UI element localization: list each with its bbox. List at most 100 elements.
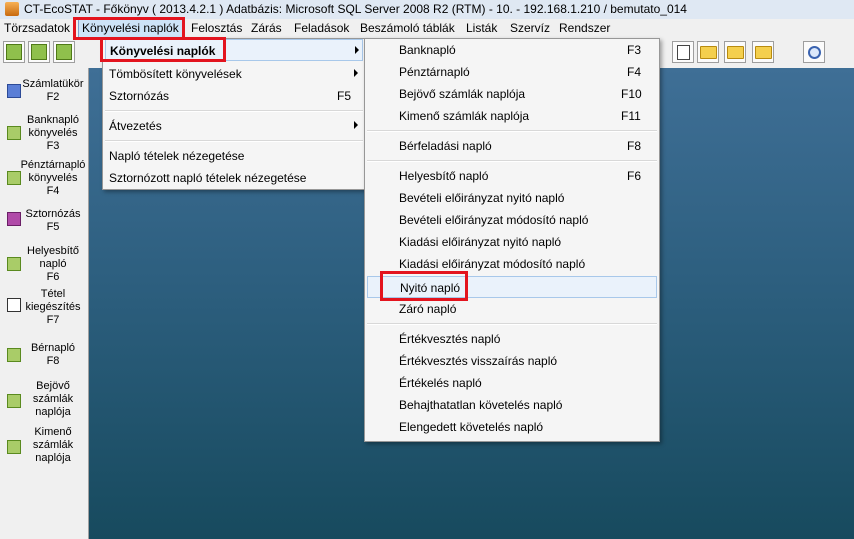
submenu-arrow-icon bbox=[354, 69, 358, 77]
menu-item-label: Értékelés napló bbox=[399, 376, 482, 390]
menu-felosztas[interactable]: Felosztás bbox=[191, 21, 242, 35]
menu-item-label: Kimenő számlák naplója bbox=[399, 109, 530, 123]
folder-icon bbox=[726, 45, 744, 59]
menu-beszamolo-tablak[interactable]: Beszámoló táblák bbox=[360, 21, 455, 35]
toolbar-button-folder2[interactable] bbox=[724, 41, 746, 63]
shortcut-label: F10 bbox=[621, 87, 642, 101]
shortcut-label: F11 bbox=[621, 109, 641, 123]
toolbar-button-open[interactable] bbox=[28, 41, 50, 63]
sidebar-item-penztarnaplo[interactable]: Pénztárnapló könyvelés F4 bbox=[0, 157, 88, 197]
add-icon bbox=[56, 44, 72, 60]
menu-item-konyvelesi-naplok[interactable]: Könyvelési naplók bbox=[105, 39, 363, 61]
submenu-konyvelesi-naplok: Banknapló F3 Pénztárnapló F4 Bejövő szám… bbox=[364, 38, 660, 442]
menu-item-atvezetes[interactable]: Átvezetés bbox=[105, 115, 363, 137]
toolbar-button-folder1[interactable] bbox=[697, 41, 719, 63]
menu-item-label: Sztornózott napló tételek nézegetése bbox=[109, 171, 307, 185]
menu-item-nyito-naplo[interactable]: Nyitó napló bbox=[367, 276, 657, 298]
sidebar-item-label: Tétel kiegészítés F7 bbox=[25, 288, 81, 326]
menu-item-zaro-naplo[interactable]: Záró napló bbox=[367, 298, 657, 320]
submenu-arrow-icon bbox=[355, 46, 359, 54]
sidebar-item-label: Sztornózás F5 bbox=[25, 208, 81, 233]
window-title: CT-EcoSTAT - Főkönyv ( 2013.4.2.1 ) Adat… bbox=[24, 2, 687, 16]
menu-item-label: Elengedett követelés napló bbox=[399, 420, 544, 434]
menu-zaras[interactable]: Zárás bbox=[251, 21, 282, 35]
menu-item-kiadasi-nyito[interactable]: Kiadási előirányzat nyitó napló bbox=[367, 231, 657, 253]
menu-konyvelesi-naplok[interactable]: Könyvelési naplók bbox=[78, 19, 183, 39]
menu-item-naplo-tetelek[interactable]: Napló tételek nézegetése bbox=[105, 145, 363, 167]
menu-szerviz[interactable]: Szervíz bbox=[510, 21, 550, 35]
menu-item-sztornozott-tetelek[interactable]: Sztornózott napló tételek nézegetése bbox=[105, 167, 363, 189]
menu-item-berfeladasi[interactable]: Bérfeladási napló F8 bbox=[367, 135, 657, 157]
sidebar-item-tetel-kiegeszites[interactable]: Tétel kiegészítés F7 bbox=[0, 286, 88, 326]
sidebar-item-szamlatukor[interactable]: Számlatükör F2 bbox=[0, 76, 88, 116]
menu-item-bevetelimodosito[interactable]: Bevételi előirányzat módosító napló bbox=[367, 209, 657, 231]
menu-item-bejovo-szamlak[interactable]: Bejövő számlák naplója F10 bbox=[367, 83, 657, 105]
menu-item-label: Átvezetés bbox=[109, 119, 162, 133]
sidebar-item-kimeno[interactable]: Kimenő számlák naplója bbox=[0, 426, 88, 466]
toolbar-button-documents[interactable] bbox=[672, 41, 694, 63]
menu-item-label: Kiadási előirányzat módosító napló bbox=[399, 257, 586, 271]
menu-item-elengedett[interactable]: Elengedett követelés napló bbox=[367, 416, 657, 438]
menu-item-label: Kiadási előirányzat nyitó napló bbox=[399, 235, 562, 249]
dropdown-konyvelesi-naplok: Könyvelési naplók Tömbösített könyvelése… bbox=[102, 38, 366, 190]
menu-item-tombositett[interactable]: Tömbösített könyvelések bbox=[105, 63, 363, 85]
menu-item-label: Helyesbítő napló bbox=[399, 169, 489, 183]
sidebar-item-sztornozas[interactable]: Sztornózás F5 bbox=[0, 206, 88, 246]
menu-item-label: Sztornózás bbox=[109, 89, 170, 103]
menu-item-label: Könyvelési naplók bbox=[110, 44, 216, 58]
sidebar-item-bejovo[interactable]: Bejövő számlák naplója bbox=[0, 380, 88, 420]
sidebar-item-label: Pénztárnapló könyvelés F4 bbox=[20, 159, 86, 197]
shortcut-label: F4 bbox=[627, 65, 642, 79]
menu-item-ertekvesztes[interactable]: Értékvesztés napló bbox=[367, 328, 657, 350]
menu-item-label: Napló tételek nézegetése bbox=[109, 149, 245, 163]
menu-torzsadatok[interactable]: Törzsadatok bbox=[4, 21, 70, 35]
menu-listak[interactable]: Listák bbox=[466, 21, 497, 35]
menu-item-label: Záró napló bbox=[399, 302, 457, 316]
menu-item-label: Bérfeladási napló bbox=[399, 139, 492, 153]
menu-item-label: Tömbösített könyvelések bbox=[109, 67, 242, 81]
search-icon bbox=[807, 45, 821, 59]
toolbar-button-open2[interactable] bbox=[53, 41, 75, 63]
sidebar-item-banknaplo[interactable]: Banknapló könyvelés F3 bbox=[0, 112, 88, 152]
menu-item-banknaplo[interactable]: Banknapló F3 bbox=[367, 39, 657, 61]
sidebar-item-label: Kimenő számlák naplója bbox=[32, 426, 74, 464]
menu-separator bbox=[367, 130, 657, 132]
menu-item-bevételi-nyito[interactable]: Bevételi előirányzat nyitó napló bbox=[367, 187, 657, 209]
menu-item-label: Behajthatatlan követelés napló bbox=[399, 398, 563, 412]
menu-bar: Törzsadatok Könyvelési naplók Felosztás … bbox=[0, 19, 854, 39]
menu-item-ertekvesztes-visszairas[interactable]: Értékvesztés visszaírás napló bbox=[367, 350, 657, 372]
document-icon bbox=[676, 44, 690, 60]
sidebar-item-label: Bérnapló F8 bbox=[30, 342, 76, 367]
sidebar-item-bernaplo[interactable]: Bérnapló F8 bbox=[0, 340, 88, 380]
menu-item-label: Bevételi előirányzat módosító napló bbox=[399, 213, 589, 227]
toolbar-button-search[interactable] bbox=[803, 41, 825, 63]
menu-rendszer[interactable]: Rendszer bbox=[559, 21, 610, 35]
toolbar-button-new[interactable] bbox=[3, 41, 25, 63]
folder-icon bbox=[754, 45, 772, 59]
journal-icon bbox=[7, 348, 21, 362]
menu-item-label: Bejövő számlák naplója bbox=[399, 87, 526, 101]
menu-separator bbox=[105, 110, 363, 112]
sidebar: Számlatükör F2 Banknapló könyvelés F3 Pé… bbox=[0, 68, 89, 539]
menu-item-label: Nyitó napló bbox=[400, 281, 461, 295]
menu-item-behajthatatlan[interactable]: Behajthatatlan követelés napló bbox=[367, 394, 657, 416]
submenu-arrow-icon bbox=[354, 121, 358, 129]
menu-item-kiadasi-modosito[interactable]: Kiadási előirányzat módosító napló bbox=[367, 253, 657, 275]
menu-item-ertekeles[interactable]: Értékelés napló bbox=[367, 372, 657, 394]
add-icon bbox=[31, 44, 47, 60]
menu-item-sztornozas[interactable]: Sztornózás F5 bbox=[105, 85, 363, 107]
menu-separator bbox=[367, 160, 657, 162]
table-icon bbox=[7, 84, 21, 98]
menu-item-helyesbito[interactable]: Helyesbítő napló F6 bbox=[367, 165, 657, 187]
document-icon bbox=[7, 298, 21, 312]
journal-icon bbox=[7, 126, 21, 140]
menu-item-penztarnaplo[interactable]: Pénztárnapló F4 bbox=[367, 61, 657, 83]
menu-item-kimeno-szamlak[interactable]: Kimenő számlák naplója F11 bbox=[367, 105, 657, 127]
sidebar-item-helyesbito[interactable]: Helyesbítő napló F6 bbox=[0, 243, 88, 283]
shortcut-label: F8 bbox=[627, 139, 642, 153]
menu-item-label: Értékvesztés visszaírás napló bbox=[399, 354, 558, 368]
menu-feladasok[interactable]: Feladások bbox=[294, 21, 349, 35]
toolbar-button-folder3[interactable] bbox=[752, 41, 774, 63]
journal-icon bbox=[7, 394, 21, 408]
journal-icon bbox=[7, 440, 21, 454]
